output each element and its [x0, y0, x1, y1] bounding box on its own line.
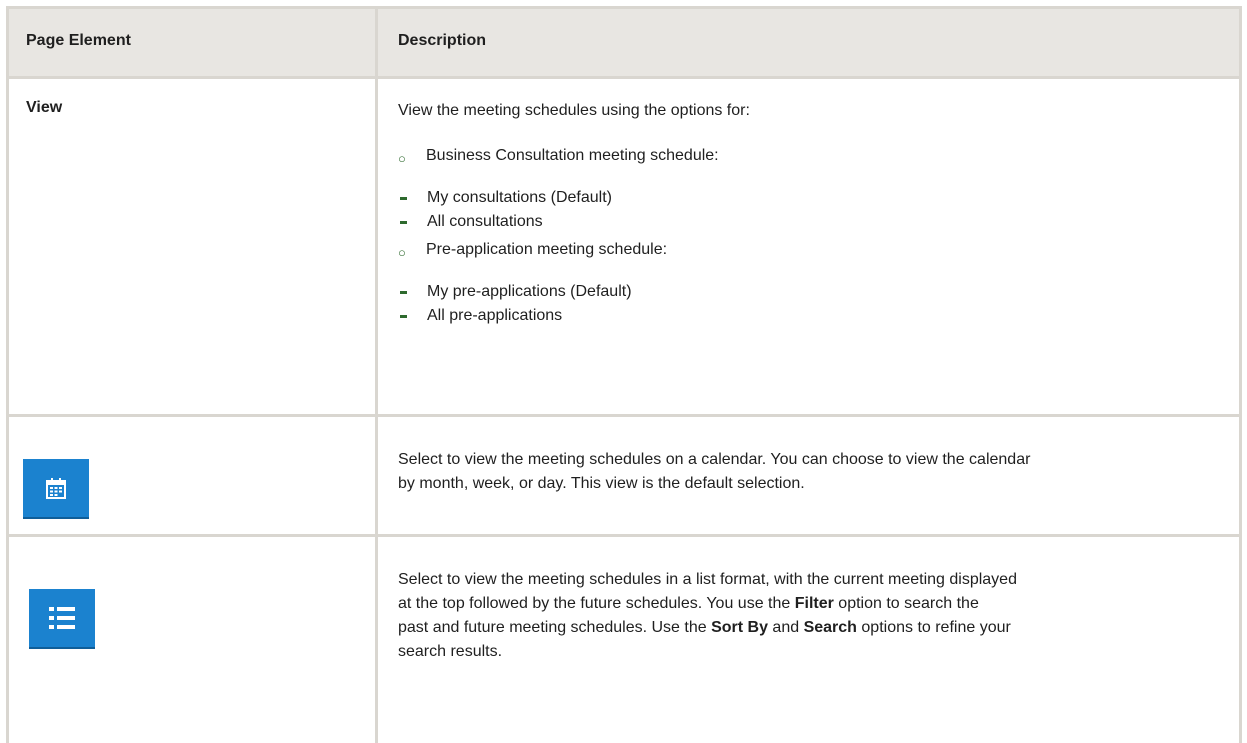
list-item-label: My consultations (Default) — [427, 189, 612, 206]
list-item-label: All consultations — [427, 213, 543, 230]
circle-bullet-icon: ○ — [398, 151, 406, 166]
list-item: All pre-applications — [398, 304, 1239, 328]
dash-bullet-icon — [400, 196, 407, 200]
list-icon — [49, 607, 75, 629]
list-desc-line2: at the top followed by the future schedu… — [398, 592, 1228, 616]
dash-bullet-icon — [400, 290, 407, 294]
list-item-label: My pre-applications (Default) — [427, 283, 632, 300]
list-item: My consultations (Default) — [398, 186, 1239, 210]
text-segment: option to search the — [833, 595, 979, 612]
view-option-group-business: ○ Business Consultation meeting schedule… — [398, 144, 1239, 168]
page-elements-table: Page Element Description View View the m… — [6, 6, 1242, 743]
calendar-description: Select to view the meeting schedules on … — [378, 417, 1239, 534]
table-row-view: View View the meeting schedules using th… — [9, 79, 1239, 417]
text-segment: at the top followed by the future schedu… — [398, 595, 795, 612]
calendar-icon — [46, 477, 66, 499]
header-description: Description — [398, 32, 487, 49]
list-item: All consultations — [398, 210, 1239, 234]
header-page-element: Page Element — [9, 9, 378, 76]
table-row-calendar: Select to view the meeting schedules on … — [9, 417, 1239, 537]
view-intro-text: View the meeting schedules using the opt… — [398, 102, 750, 119]
list-view-button[interactable] — [29, 589, 95, 649]
list-desc-line3: past and future meeting schedules. Use t… — [398, 616, 1228, 640]
element-view-label: View — [9, 79, 378, 414]
group-label: Pre-application meeting schedule: — [426, 241, 668, 258]
list-item: My pre-applications (Default) — [398, 280, 1239, 304]
filter-keyword: Filter — [794, 595, 834, 612]
dash-bullet-icon — [400, 314, 407, 318]
text-segment: options to refine your — [856, 619, 1011, 636]
element-list-cell — [9, 537, 378, 743]
list-description: Select to view the meeting schedules in … — [378, 537, 1239, 743]
list-desc-line1: Select to view the meeting schedules in … — [398, 571, 1017, 588]
element-calendar-cell — [9, 417, 378, 534]
calendar-view-button[interactable] — [23, 459, 89, 519]
view-option-group-preapp: ○ Pre-application meeting schedule: — [398, 238, 1239, 262]
calendar-desc-line2: by month, week, or day. This view is the… — [398, 475, 805, 492]
sort-by-keyword: Sort By — [711, 619, 768, 636]
circle-bullet-icon: ○ — [398, 245, 406, 260]
dash-bullet-icon — [400, 220, 407, 224]
list-item-label: All pre-applications — [427, 307, 563, 324]
group-label: Business Consultation meeting schedule: — [426, 147, 719, 164]
table-row-list: Select to view the meeting schedules in … — [9, 537, 1239, 743]
table-header-row: Page Element Description — [9, 9, 1239, 79]
search-keyword: Search — [803, 619, 857, 636]
list-desc-line4: search results. — [398, 643, 503, 660]
text-segment: and — [767, 619, 804, 636]
view-description: View the meeting schedules using the opt… — [378, 79, 1239, 414]
calendar-desc-line1: Select to view the meeting schedules on … — [398, 451, 1031, 468]
text-segment: past and future meeting schedules. Use t… — [398, 619, 712, 636]
